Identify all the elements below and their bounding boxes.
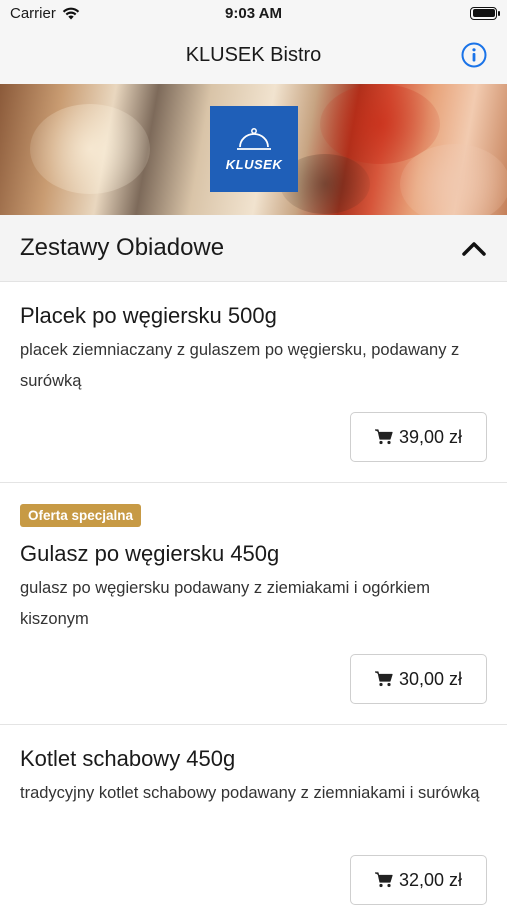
item-name: Gulasz po węgiersku 450g xyxy=(20,541,280,566)
navigation-bar: KLUSEK Bistro xyxy=(0,26,507,84)
item-description: tradycyjny kotlet schabowy podawany z zi… xyxy=(20,784,480,802)
carrier-label: Carrier xyxy=(10,4,56,22)
category-header[interactable]: Zestawy Obiadowe xyxy=(0,215,507,282)
cart-icon xyxy=(374,671,393,687)
chevron-up-icon[interactable] xyxy=(461,237,487,259)
restaurant-logo: KLUSEK xyxy=(210,106,298,192)
add-to-cart-button[interactable]: 30,00 zł xyxy=(350,654,487,704)
item-name: Kotlet schabowy 450g xyxy=(20,746,236,771)
status-bar: Carrier 9:03 AM xyxy=(0,0,507,26)
item-description: placek ziemniaczany z gulaszem po węgier… xyxy=(20,341,460,390)
category-title: Zestawy Obiadowe xyxy=(20,234,225,261)
logo-text: KLUSEK xyxy=(225,156,283,172)
item-price: 32,00 zł xyxy=(398,869,463,890)
menu-item[interactable]: Placek po węgiersku 500g placek ziemniac… xyxy=(0,283,507,483)
item-name: Placek po węgiersku 500g xyxy=(20,303,277,328)
add-to-cart-button[interactable]: 32,00 zł xyxy=(350,855,487,905)
menu-item[interactable]: Oferta specjalna Gulasz po węgiersku 450… xyxy=(0,484,507,725)
status-left: Carrier xyxy=(10,5,80,22)
page-title: KLUSEK Bistro xyxy=(185,43,322,66)
wifi-icon xyxy=(62,7,80,19)
item-description: gulasz po węgiersku podawany z ziemiakam… xyxy=(20,579,430,628)
add-to-cart-button[interactable]: 39,00 zł xyxy=(350,412,487,462)
special-offer-badge: Oferta specjalna xyxy=(20,504,142,527)
item-price: 39,00 zł xyxy=(398,426,463,447)
cart-icon xyxy=(374,872,393,888)
item-price: 30,00 zł xyxy=(398,668,463,689)
header-banner-image: KLUSEK xyxy=(0,84,507,215)
cloche-icon xyxy=(237,127,271,150)
battery-icon xyxy=(470,6,500,20)
menu-item[interactable]: Kotlet schabowy 450g tradycyjny kotlet s… xyxy=(0,726,507,905)
info-icon[interactable] xyxy=(461,42,487,68)
cart-icon xyxy=(374,429,393,445)
